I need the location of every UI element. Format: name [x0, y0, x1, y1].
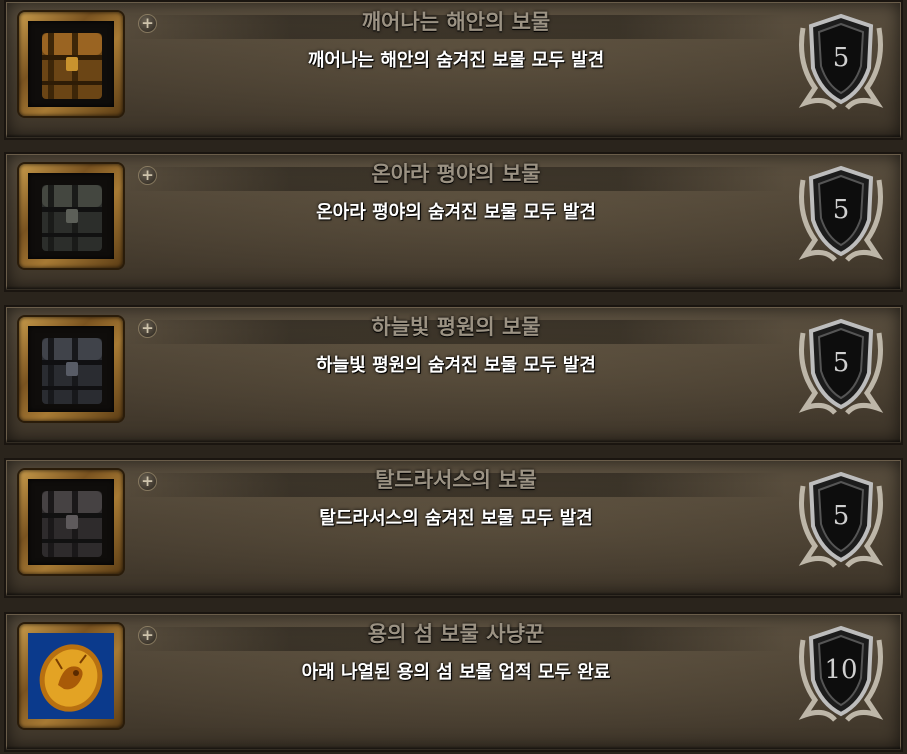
achievement-row[interactable]: + 깨어나는 해안의 보물 깨어나는 해안의 숨겨진 보물 모두 발견 5: [4, 0, 903, 140]
achievement-points-shield-icon: 5: [798, 318, 884, 415]
achievement-icon-frame: [19, 317, 123, 421]
achievement-icon-frame: [19, 624, 123, 728]
achievement-points: 5: [833, 43, 850, 73]
gray-chest-icon: [42, 185, 102, 251]
achievement-points-shield-icon: 10: [798, 625, 884, 722]
achievement-title: 온아라 평야의 보물: [371, 162, 541, 186]
achievement-row[interactable]: + 용의 섬 보물 사냥꾼 아래 나열된 용의 섬 보물 업적 모두 완료 10: [4, 612, 903, 752]
achievement-points: 5: [833, 195, 850, 225]
dragon-coin-icon: [28, 633, 114, 719]
achievement-icon-frame: [19, 164, 123, 268]
achievement-description: 하늘빛 평원의 숨겨진 보물 모두 발견: [316, 355, 596, 376]
golden-chest-icon: [42, 33, 102, 99]
achievement-icon-frame: [19, 12, 123, 116]
gray-chest-icon: [42, 491, 102, 557]
achievement-row[interactable]: + 온아라 평야의 보물 온아라 평야의 숨겨진 보물 모두 발견 5: [4, 152, 903, 292]
achievement-row[interactable]: + 하늘빛 평원의 보물 하늘빛 평원의 숨겨진 보물 모두 발견 5: [4, 305, 903, 445]
achievement-row[interactable]: + 탈드라서스의 보물 탈드라서스의 숨겨진 보물 모두 발견 5: [4, 458, 903, 598]
achievement-points-shield-icon: 5: [798, 471, 884, 568]
achievement-description: 깨어나는 해안의 숨겨진 보물 모두 발견: [307, 50, 605, 71]
achievement-title: 하늘빛 평원의 보물: [371, 315, 541, 339]
achievement-description: 아래 나열된 용의 섬 보물 업적 모두 완료: [301, 662, 611, 683]
achievement-icon-frame: [19, 470, 123, 574]
achievement-title: 탈드라서스의 보물: [375, 468, 537, 492]
achievement-title: 깨어나는 해안의 보물: [361, 10, 551, 34]
achievement-title: 용의 섬 보물 사냥꾼: [367, 622, 545, 646]
achievement-description: 탈드라서스의 숨겨진 보물 모두 발견: [319, 508, 593, 529]
achievement-points-shield-icon: 5: [798, 13, 884, 110]
achievement-points-shield-icon: 5: [798, 165, 884, 262]
achievement-list: + 깨어나는 해안의 보물 깨어나는 해안의 숨겨진 보물 모두 발견 5: [0, 0, 907, 754]
achievement-points: 5: [833, 348, 850, 378]
achievement-description: 온아라 평야의 숨겨진 보물 모두 발견: [316, 202, 596, 223]
gray-chest-icon: [42, 338, 102, 404]
achievement-points: 10: [824, 655, 857, 685]
achievement-points: 5: [833, 501, 850, 531]
